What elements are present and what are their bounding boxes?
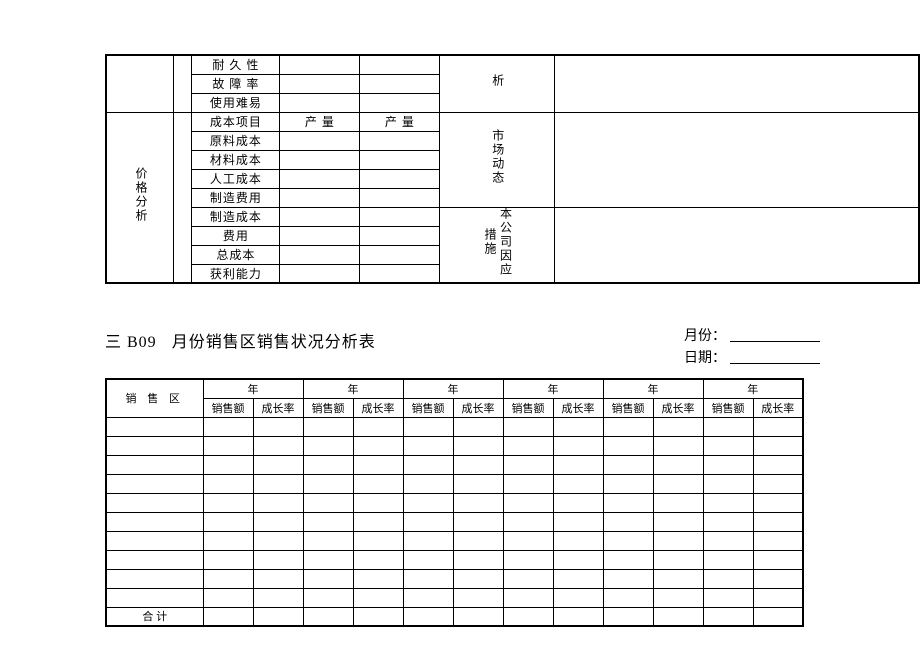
val-cell [280, 74, 360, 93]
table-row [106, 550, 203, 569]
analysis-table-top: 耐 久 性 析 故 障 率 使用难易 价格分析 成本项目 产 量 产 量 市场动… [105, 54, 920, 284]
growth-header: 成长率 [553, 398, 603, 417]
table-row [106, 455, 203, 474]
row-label: 使用难易 [192, 93, 280, 112]
table-row [106, 474, 203, 493]
table-row [106, 569, 203, 588]
market-trends-label: 市场动态 [440, 112, 554, 207]
growth-header: 成长率 [453, 398, 503, 417]
table-row [106, 512, 203, 531]
cost-header-item: 成本项目 [192, 112, 280, 131]
val-cell [360, 74, 440, 93]
region-header: 销 售 区 [106, 379, 203, 417]
market-trends-cell [554, 112, 919, 207]
cost-row-label: 制造成本 [192, 207, 280, 226]
blank-col [174, 55, 192, 112]
blank-col [174, 112, 192, 283]
month-label: 月份： [684, 326, 726, 348]
year-header-2: 年 [303, 379, 403, 398]
sales-header: 销售额 [303, 398, 353, 417]
sales-region-table: 销 售 区 年 年 年 年 年 年 销售额 成长率 销售额 成长率 销售额 成长… [105, 378, 804, 627]
year-header-5: 年 [603, 379, 703, 398]
year-header-3: 年 [403, 379, 503, 398]
table-row [106, 588, 203, 607]
sales-header: 销售额 [703, 398, 753, 417]
cost-row-label: 总成本 [192, 245, 280, 264]
cost-row-label: 人工成本 [192, 169, 280, 188]
date-label: 日期： [684, 348, 726, 370]
table-row [106, 531, 203, 550]
company-response-label: 本公司因应措施 [440, 207, 554, 283]
company-response-cell [554, 207, 919, 283]
mid-label-xi: 析 [440, 55, 554, 112]
top-left-vertical [106, 55, 174, 112]
year-header-6: 年 [703, 379, 803, 398]
growth-header: 成长率 [653, 398, 703, 417]
row-label: 耐 久 性 [192, 55, 280, 74]
month-blank [730, 326, 820, 342]
title-row: 三 B09 月份销售区销售状况分析表 月份： 日期： [105, 328, 820, 352]
growth-header: 成长率 [253, 398, 303, 417]
cost-row-label: 制造费用 [192, 188, 280, 207]
cost-row-label: 费用 [192, 226, 280, 245]
val-cell [360, 93, 440, 112]
title-main: 月份销售区销售状况分析表 [172, 334, 376, 351]
wide-cell [554, 55, 919, 112]
total-label: 合 计 [106, 607, 203, 626]
sales-header: 销售额 [203, 398, 253, 417]
table-row [106, 493, 203, 512]
sales-header: 销售额 [503, 398, 553, 417]
growth-header: 成长率 [753, 398, 803, 417]
cost-row-label: 获利能力 [192, 264, 280, 283]
cost-header-qty2: 产 量 [360, 112, 440, 131]
table-row [106, 417, 203, 436]
table-row [106, 436, 203, 455]
val-cell [280, 93, 360, 112]
cost-header-qty1: 产 量 [280, 112, 360, 131]
price-analysis-label: 价格分析 [106, 112, 174, 283]
title-prefix: 三 B09 [105, 334, 157, 351]
sales-header: 销售额 [403, 398, 453, 417]
row-label: 故 障 率 [192, 74, 280, 93]
val-cell [360, 55, 440, 74]
val-cell [280, 55, 360, 74]
growth-header: 成长率 [353, 398, 403, 417]
sales-header: 销售额 [603, 398, 653, 417]
year-header-1: 年 [203, 379, 303, 398]
date-blank [730, 348, 820, 364]
cost-row-label: 原料成本 [192, 131, 280, 150]
year-header-4: 年 [503, 379, 603, 398]
cost-row-label: 材料成本 [192, 150, 280, 169]
